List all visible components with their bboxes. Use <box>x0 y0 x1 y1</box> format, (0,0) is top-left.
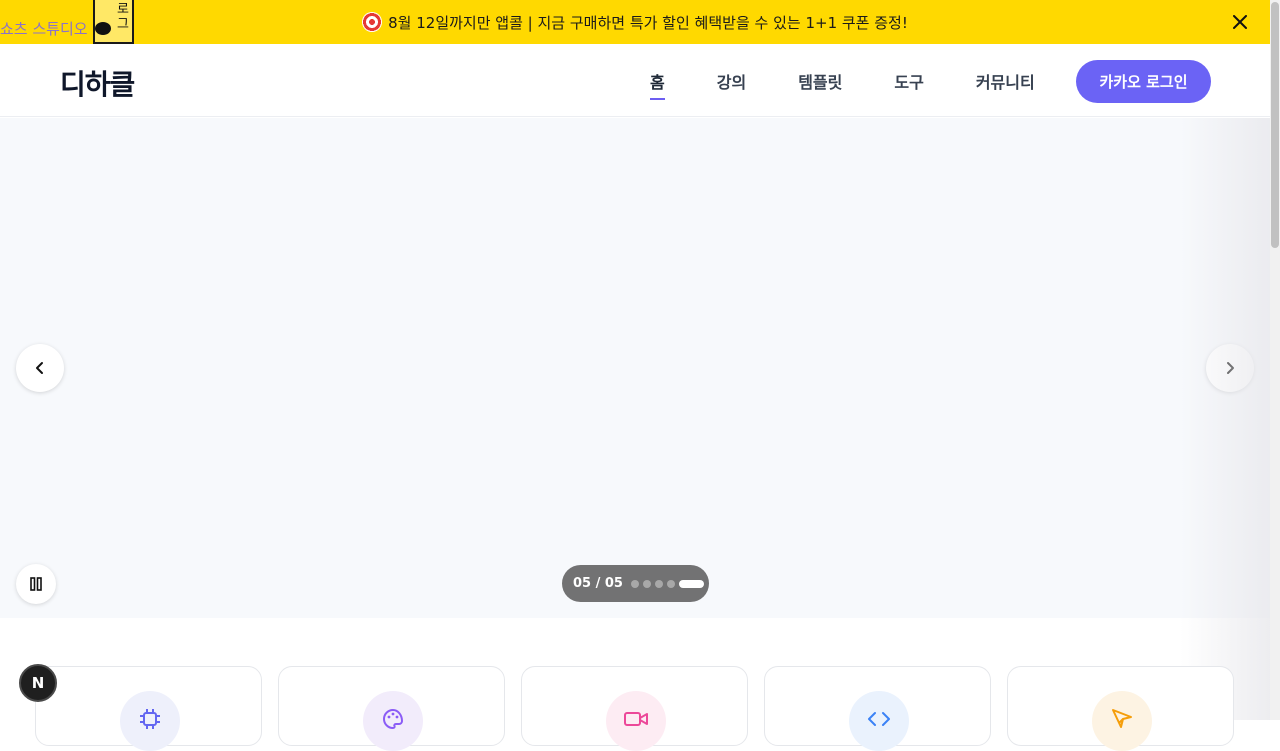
banner-text: 8월 12일까지만 앱콜 | 지금 구매하면 특가 할인 혜택받을 수 있는 1… <box>388 13 908 32</box>
slider-prev-button[interactable] <box>16 344 64 392</box>
card-icon-wrap <box>120 691 180 751</box>
chevron-left-icon <box>36 362 43 374</box>
chip-icon <box>140 709 160 729</box>
nav-item-templates[interactable]: 템플릿 <box>798 44 842 117</box>
speech-bubble-icon <box>95 22 111 35</box>
slider-pagination: 05 / 05 <box>562 565 709 602</box>
slide-dot-5[interactable] <box>678 579 704 588</box>
slider-pause-button[interactable] <box>16 564 56 604</box>
slide-dot-1[interactable] <box>630 579 639 588</box>
card-icon-wrap <box>363 691 423 751</box>
card-icon-wrap <box>849 691 909 751</box>
main-nav: 홈 강의 템플릿 도구 커뮤니티 <box>624 44 1061 117</box>
login-fragment-text: 로 그 <box>117 2 129 32</box>
send-icon <box>1112 709 1132 728</box>
code-icon <box>868 712 890 726</box>
target-icon <box>362 12 383 32</box>
site-header: 디하클 홈 강의 템플릿 도구 커뮤니티 카카오 로그인 <box>0 44 1270 117</box>
slider-next-button[interactable] <box>1206 344 1254 392</box>
category-card-marketing[interactable] <box>1007 666 1234 751</box>
close-icon <box>1233 15 1247 29</box>
slide-dot-3[interactable] <box>654 579 663 588</box>
chevron-right-icon <box>1227 362 1234 374</box>
category-cards <box>35 666 1234 751</box>
banner-close-button[interactable] <box>1230 12 1250 32</box>
shorts-studio-label: 쇼츠 스튜디오 <box>0 20 88 38</box>
site-logo[interactable]: 디하클 <box>60 63 135 103</box>
slide-dot-4[interactable] <box>666 579 675 588</box>
nav-item-tools[interactable]: 도구 <box>894 44 923 117</box>
card-icon-wrap <box>1092 691 1152 751</box>
kakao-login-button[interactable]: 카카오 로그인 <box>1076 60 1211 103</box>
announcement-banner: 8월 12일까지만 앱콜 | 지금 구매하면 특가 할인 혜택받을 수 있는 1… <box>0 0 1270 44</box>
hero-slider: 05 / 05 <box>0 118 1270 618</box>
slide-dot-2[interactable] <box>642 579 651 588</box>
dev-tools-badge[interactable]: N <box>19 664 57 702</box>
palette-icon <box>383 708 404 730</box>
category-card-design[interactable] <box>278 666 505 751</box>
nav-item-community[interactable]: 커뮤니티 <box>976 44 1035 117</box>
scrollbar-thumb[interactable] <box>1271 2 1279 248</box>
nav-item-home[interactable]: 홈 <box>650 44 665 117</box>
pause-icon <box>30 577 42 591</box>
shorts-studio-link[interactable]: 쇼츠 스튜디오 <box>0 18 88 39</box>
category-card-video[interactable] <box>521 666 748 751</box>
category-card-dev[interactable] <box>764 666 991 751</box>
category-card-ai[interactable] <box>35 666 262 751</box>
card-icon-wrap <box>606 691 666 751</box>
slide-counter: 05 / 05 <box>573 576 623 591</box>
banner-message: 8월 12일까지만 앱콜 | 지금 구매하면 특가 할인 혜택받을 수 있는 1… <box>362 12 908 33</box>
video-icon <box>624 712 648 726</box>
nav-item-courses[interactable]: 강의 <box>717 44 746 117</box>
